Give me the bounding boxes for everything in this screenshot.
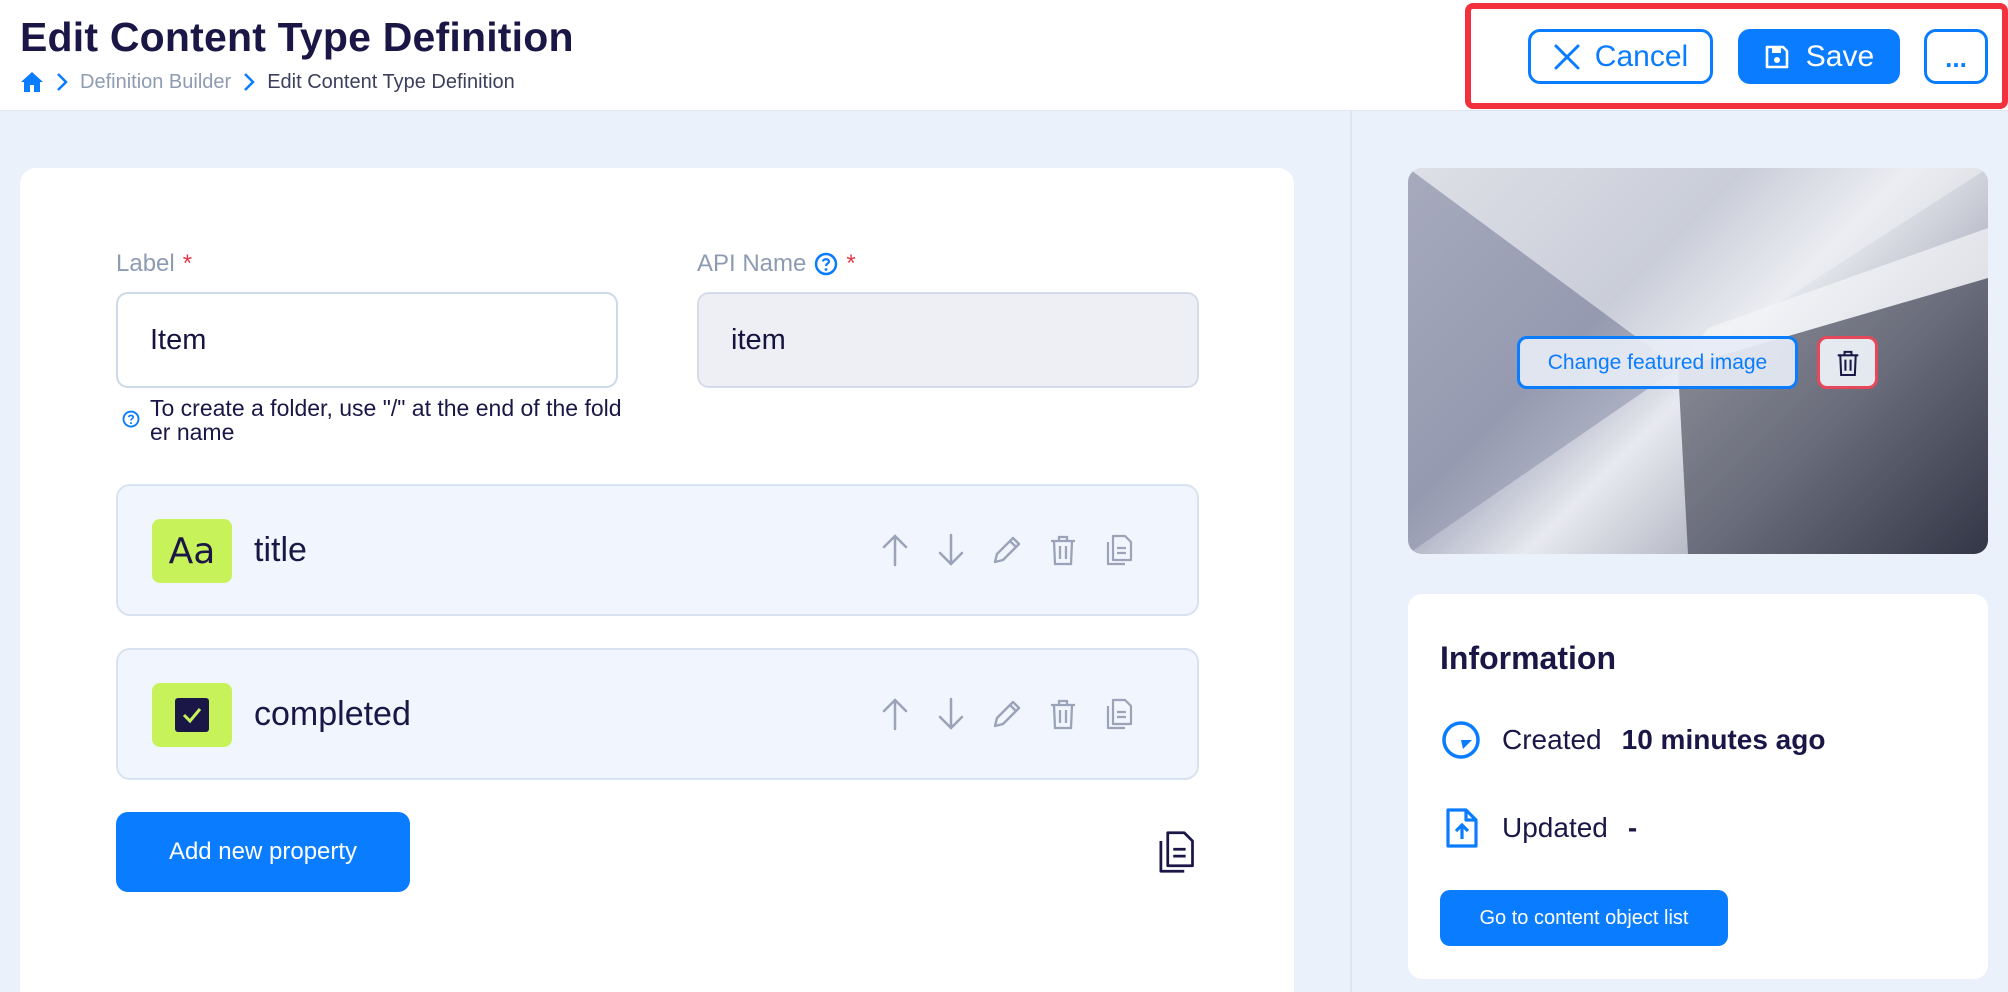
save-button-label: Save (1805, 39, 1875, 73)
text-type-icon-glyph: Aa (168, 530, 216, 572)
required-mark: * (846, 250, 856, 277)
help-icon (122, 410, 140, 428)
duplicate-icon[interactable] (1156, 830, 1196, 879)
folder-hint: To create a folder, use "/" at the end o… (122, 396, 622, 444)
chevron-right-icon (243, 72, 255, 92)
api-name-field-text: API Name (697, 250, 807, 277)
trash-icon (1837, 350, 1858, 376)
updated-value: - (1627, 812, 1638, 843)
trash-icon[interactable] (1046, 532, 1080, 568)
more-options-button[interactable]: ... (1924, 29, 1988, 84)
pencil-icon[interactable] (990, 532, 1024, 568)
api-name-field-label: API Name * (697, 250, 856, 278)
trash-icon[interactable] (1046, 696, 1080, 732)
updated-label: Updated (1502, 812, 1608, 843)
api-name-input[interactable]: item (697, 292, 1199, 388)
information-card: Information Created 10 minutes ago Updat… (1408, 594, 1988, 979)
home-icon[interactable] (20, 70, 44, 94)
created-value: 10 minutes ago (1621, 724, 1826, 755)
arrow-down-icon[interactable] (934, 532, 968, 568)
label-field-label: Label * (116, 250, 192, 278)
arrow-up-icon[interactable] (878, 696, 912, 732)
label-field-text: Label (116, 250, 175, 277)
property-row-completed[interactable]: completed (116, 648, 1199, 780)
created-row: Created 10 minutes ago (1440, 716, 1825, 764)
property-actions (878, 694, 1136, 734)
required-mark: * (182, 250, 193, 277)
label-input[interactable]: Item (116, 292, 618, 388)
pencil-icon[interactable] (990, 696, 1024, 732)
arrow-down-icon[interactable] (934, 696, 968, 732)
duplicate-icon[interactable] (1102, 696, 1136, 732)
breadcrumb-definition-builder[interactable]: Definition Builder (80, 71, 231, 94)
label-input-value: Item (150, 323, 207, 356)
cancel-button[interactable]: Cancel (1528, 29, 1713, 84)
text-type-icon: Aa (152, 519, 232, 583)
go-to-content-list-button[interactable]: Go to content object list (1440, 890, 1728, 946)
property-actions (878, 530, 1136, 570)
updated-row: Updated - (1440, 804, 1637, 852)
arrow-up-icon[interactable] (878, 532, 912, 568)
chevron-right-icon (56, 72, 68, 92)
property-row-title[interactable]: Aa title (116, 484, 1199, 616)
close-icon (1554, 44, 1580, 69)
remove-image-button[interactable] (1817, 336, 1878, 389)
page-header: Edit Content Type Definition Definition … (0, 0, 2008, 111)
duplicate-icon[interactable] (1102, 532, 1136, 568)
created-label: Created (1502, 724, 1602, 755)
information-title: Information (1440, 640, 1616, 676)
api-name-input-value: item (731, 323, 786, 356)
help-icon[interactable] (814, 252, 838, 276)
sidebar-divider (1350, 111, 1352, 992)
save-icon (1765, 45, 1789, 68)
property-name: title (254, 530, 307, 569)
breadcrumb-current: Edit Content Type Definition (267, 70, 515, 93)
breadcrumb: Definition Builder Edit Content Type Def… (20, 68, 515, 96)
checkbox-type-icon (152, 683, 232, 747)
file-upload-icon (1446, 808, 1478, 848)
save-button[interactable]: Save (1738, 29, 1900, 84)
add-property-button[interactable]: Add new property (116, 812, 410, 892)
folder-hint-text: To create a folder, use "/" at the end o… (150, 395, 622, 445)
property-name: completed (254, 694, 411, 733)
clock-icon (1442, 721, 1480, 759)
cancel-button-label: Cancel (1594, 39, 1689, 73)
page-title: Edit Content Type Definition (20, 14, 574, 60)
change-featured-image-button[interactable]: Change featured image (1517, 336, 1798, 389)
